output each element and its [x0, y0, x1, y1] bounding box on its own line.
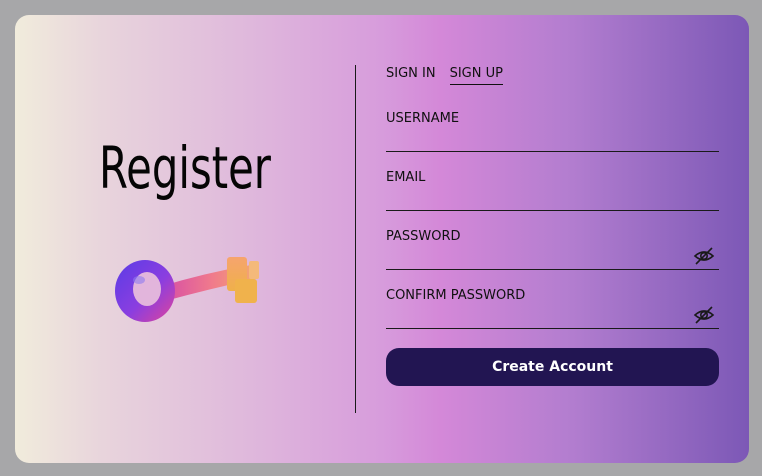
branding-panel: Register	[15, 15, 355, 463]
eye-off-icon[interactable]	[693, 304, 715, 326]
username-input[interactable]	[386, 131, 686, 149]
confirm-password-label: CONFIRM PASSWORD	[386, 288, 526, 303]
password-label: PASSWORD	[386, 229, 461, 244]
auth-tabs: SIGN IN SIGN UP	[386, 65, 503, 85]
signup-form: SIGN IN SIGN UP USERNAME EMAIL PASSWORD …	[386, 15, 719, 463]
email-label: EMAIL	[386, 170, 426, 185]
register-card: Register SIGN IN SIGN UP USERNAME EMAIL …	[15, 15, 749, 463]
email-input[interactable]	[386, 190, 686, 208]
tab-sign-in[interactable]: SIGN IN	[386, 65, 436, 85]
password-input[interactable]	[386, 249, 686, 267]
confirm-password-input[interactable]	[386, 308, 686, 326]
confirm-password-field-group: CONFIRM PASSWORD	[386, 288, 719, 329]
tab-sign-up[interactable]: SIGN UP	[449, 65, 503, 85]
password-field-group: PASSWORD	[386, 229, 719, 270]
eye-off-icon[interactable]	[693, 245, 715, 267]
username-label: USERNAME	[386, 111, 460, 126]
vertical-divider	[355, 65, 356, 413]
key-icon	[115, 257, 259, 322]
email-field-group: EMAIL	[386, 170, 719, 211]
username-field-group: USERNAME	[386, 111, 719, 152]
page-title: Register	[99, 134, 271, 202]
create-account-button[interactable]: Create Account	[386, 348, 719, 386]
